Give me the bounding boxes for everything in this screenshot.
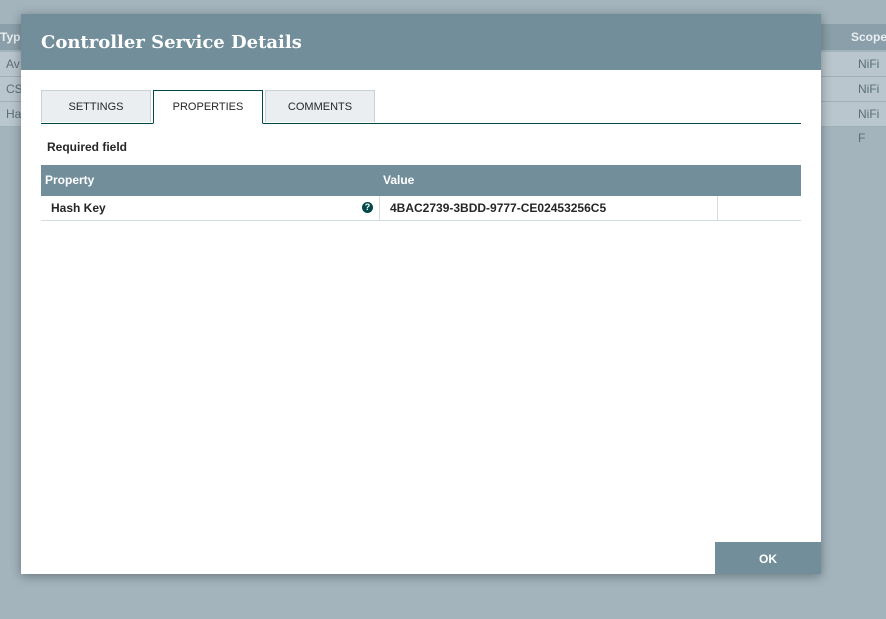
tab-properties[interactable]: PROPERTIES — [153, 90, 263, 124]
dialog-title: Controller Service Details — [41, 32, 302, 53]
controller-service-details-dialog: Controller Service Details SETTINGS PROP… — [21, 14, 821, 574]
required-field-label: Required field — [47, 140, 128, 154]
property-name: Hash Key — [51, 201, 106, 215]
column-divider — [717, 196, 718, 220]
help-icon[interactable]: ? — [362, 202, 373, 213]
row-scope: NiFi F — [858, 107, 880, 145]
ok-button[interactable]: OK — [715, 542, 821, 574]
column-header-scope: Scope — [851, 30, 886, 44]
tab-comments[interactable]: COMMENTS — [265, 90, 375, 122]
row-scope: NiFi F — [858, 82, 880, 120]
tab-bar: SETTINGS PROPERTIES COMMENTS — [41, 90, 801, 124]
row-scope: NiFi F — [858, 57, 880, 95]
tab-settings[interactable]: SETTINGS — [41, 90, 151, 122]
property-value[interactable]: 4BAC2739-3BDD-9777-CE02453256C5 — [390, 196, 606, 220]
table-row[interactable]: Hash Key ? 4BAC2739-3BDD-9777-CE02453256… — [41, 196, 801, 221]
row-type: Ha — [6, 107, 22, 121]
column-header-value: Value — [383, 173, 415, 187]
row-type: Av — [6, 57, 20, 71]
properties-table-header: Property Value — [41, 165, 801, 196]
dialog-header: Controller Service Details — [21, 14, 821, 70]
column-header-property: Property — [45, 173, 95, 187]
properties-table: Property Value Hash Key ? 4BAC2739-3BDD-… — [41, 165, 801, 221]
column-divider — [379, 196, 380, 220]
